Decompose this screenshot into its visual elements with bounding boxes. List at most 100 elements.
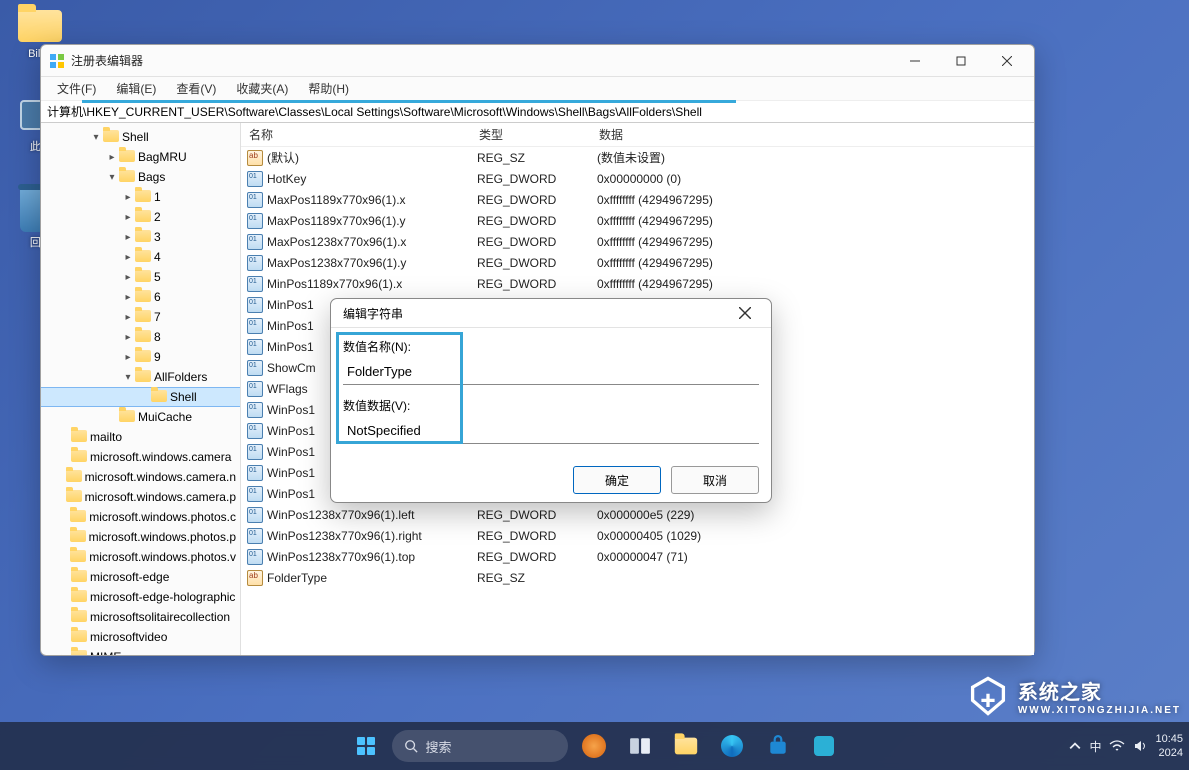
taskbar-taskview-icon[interactable]: [620, 726, 660, 766]
registry-value-row[interactable]: WinPos1238x770x96(1).leftREG_DWORD0x0000…: [241, 504, 1034, 525]
tree-item[interactable]: ▸9: [41, 347, 240, 367]
tree-item[interactable]: microsoft.windows.camera.n: [41, 467, 240, 487]
registry-value-row[interactable]: WinPos1238x770x96(1).topREG_DWORD0x00000…: [241, 546, 1034, 567]
registry-tree[interactable]: ▾Shell▸BagMRU▾Bags▸1▸2▸3▸4▸5▸6▸7▸8▸9▾All…: [41, 123, 241, 655]
binary-value-icon: [247, 381, 265, 397]
tree-item[interactable]: microsoft.windows.photos.c: [41, 507, 240, 527]
tree-caret-icon[interactable]: ▸: [121, 292, 135, 303]
tree-caret-icon[interactable]: ▸: [105, 152, 119, 163]
cancel-button[interactable]: 取消: [671, 466, 759, 494]
binary-value-icon: [247, 549, 265, 565]
tree-item[interactable]: ▸2: [41, 207, 240, 227]
tree-caret-icon[interactable]: ▸: [121, 272, 135, 283]
folder-icon: [71, 590, 87, 604]
column-type-header[interactable]: 类型: [471, 126, 591, 143]
column-data-header[interactable]: 数据: [591, 126, 1034, 143]
tree-item[interactable]: microsoftsolitairecollection: [41, 607, 240, 627]
tree-caret-icon[interactable]: ▸: [121, 252, 135, 263]
registry-value-row[interactable]: HotKeyREG_DWORD0x00000000 (0): [241, 168, 1034, 189]
menu-favorites[interactable]: 收藏夹(A): [226, 80, 298, 97]
value-name-input[interactable]: [343, 359, 759, 385]
tree-item[interactable]: microsoftvideo: [41, 627, 240, 647]
dialog-close-button[interactable]: [725, 299, 765, 327]
volume-icon[interactable]: [1133, 739, 1147, 753]
taskbar-copilot-icon[interactable]: [574, 726, 614, 766]
binary-value-icon: [247, 213, 265, 229]
tree-item[interactable]: MuiCache: [41, 407, 240, 427]
tree-item[interactable]: ▾AllFolders: [41, 367, 240, 387]
tree-item[interactable]: microsoft.windows.camera: [41, 447, 240, 467]
registry-value-row[interactable]: MaxPos1189x770x96(1).xREG_DWORD0xfffffff…: [241, 189, 1034, 210]
tree-item[interactable]: ▸4: [41, 247, 240, 267]
tree-item[interactable]: ▾Shell: [41, 127, 240, 147]
tree-caret-icon[interactable]: ▾: [105, 172, 119, 183]
taskbar-search[interactable]: 搜索: [392, 730, 568, 762]
menu-help[interactable]: 帮助(H): [298, 80, 359, 97]
tree-item[interactable]: microsoft.windows.camera.p: [41, 487, 240, 507]
column-name-header[interactable]: 名称: [241, 126, 471, 143]
tree-caret-icon[interactable]: ▾: [89, 132, 103, 143]
tree-item[interactable]: ▸MIME: [41, 647, 240, 655]
tray-chevron-icon[interactable]: [1069, 740, 1081, 752]
maximize-button[interactable]: [938, 47, 984, 75]
registry-value-row[interactable]: FolderTypeREG_SZ: [241, 567, 1034, 588]
tree-caret-icon[interactable]: ▸: [121, 212, 135, 223]
tree-item[interactable]: Shell: [41, 387, 240, 407]
registry-value-row[interactable]: WinPos1238x770x96(1).rightREG_DWORD0x000…: [241, 525, 1034, 546]
tree-label: 6: [154, 290, 165, 304]
value-name: MaxPos1189x770x96(1).x: [267, 193, 469, 207]
tree-item[interactable]: microsoft-edge: [41, 567, 240, 587]
registry-value-row[interactable]: MinPos1189x770x96(1).xREG_DWORD0xfffffff…: [241, 273, 1034, 294]
value-data: 0xffffffff (4294967295): [589, 277, 1034, 291]
tree-label: microsoft-edge-holographic: [90, 590, 239, 604]
tree-caret-icon[interactable]: ▾: [121, 372, 135, 383]
tree-item[interactable]: ▸5: [41, 267, 240, 287]
start-button[interactable]: [346, 726, 386, 766]
tree-label: microsoft.windows.camera: [90, 450, 235, 464]
taskbar-app-icon[interactable]: [804, 726, 844, 766]
menu-view[interactable]: 查看(V): [166, 80, 226, 97]
close-button[interactable]: [984, 47, 1030, 75]
dialog-titlebar[interactable]: 编辑字符串: [331, 299, 771, 328]
registry-value-row[interactable]: MaxPos1189x770x96(1).yREG_DWORD0xfffffff…: [241, 210, 1034, 231]
folder-icon: [135, 330, 151, 344]
tree-item[interactable]: ▸7: [41, 307, 240, 327]
tray-clock[interactable]: 10:45 2024: [1155, 732, 1183, 760]
binary-value-icon: [247, 192, 265, 208]
wifi-icon[interactable]: [1109, 740, 1125, 752]
ok-button[interactable]: 确定: [573, 466, 661, 494]
tree-caret-icon[interactable]: ▸: [121, 192, 135, 203]
tray-language[interactable]: 中: [1089, 738, 1101, 755]
tree-item[interactable]: ▸3: [41, 227, 240, 247]
tree-item[interactable]: ▸BagMRU: [41, 147, 240, 167]
taskbar-edge-icon[interactable]: [712, 726, 752, 766]
menu-file[interactable]: 文件(F): [47, 80, 106, 97]
tree-item[interactable]: ▸1: [41, 187, 240, 207]
tree-item[interactable]: mailto: [41, 427, 240, 447]
tree-caret-icon[interactable]: ▸: [121, 352, 135, 363]
tree-caret-icon[interactable]: ▸: [57, 652, 71, 656]
tree-item[interactable]: microsoft.windows.photos.v: [41, 547, 240, 567]
minimize-button[interactable]: [892, 47, 938, 75]
tree-item[interactable]: ▾Bags: [41, 167, 240, 187]
tree-item[interactable]: microsoft.windows.photos.p: [41, 527, 240, 547]
taskbar-explorer-icon[interactable]: [666, 726, 706, 766]
tree-caret-icon[interactable]: ▸: [121, 332, 135, 343]
value-data-input[interactable]: [343, 418, 759, 444]
tree-item[interactable]: ▸8: [41, 327, 240, 347]
address-bar[interactable]: 计算机\HKEY_CURRENT_USER\Software\Classes\L…: [41, 101, 1034, 123]
tree-item[interactable]: microsoft-edge-holographic: [41, 587, 240, 607]
tree-caret-icon[interactable]: ▸: [121, 312, 135, 323]
value-data: 0x00000405 (1029): [589, 529, 1034, 543]
registry-value-row[interactable]: MaxPos1238x770x96(1).xREG_DWORD0xfffffff…: [241, 231, 1034, 252]
tree-caret-icon[interactable]: ▸: [121, 232, 135, 243]
tree-label: 8: [154, 330, 165, 344]
taskbar-store-icon[interactable]: [758, 726, 798, 766]
registry-value-row[interactable]: MaxPos1238x770x96(1).yREG_DWORD0xfffffff…: [241, 252, 1034, 273]
tree-label: 1: [154, 190, 165, 204]
registry-value-row[interactable]: (默认)REG_SZ(数值未设置): [241, 147, 1034, 168]
value-type: REG_DWORD: [469, 172, 589, 186]
tree-item[interactable]: ▸6: [41, 287, 240, 307]
menu-edit[interactable]: 编辑(E): [106, 80, 166, 97]
window-titlebar[interactable]: 注册表编辑器: [41, 45, 1034, 77]
